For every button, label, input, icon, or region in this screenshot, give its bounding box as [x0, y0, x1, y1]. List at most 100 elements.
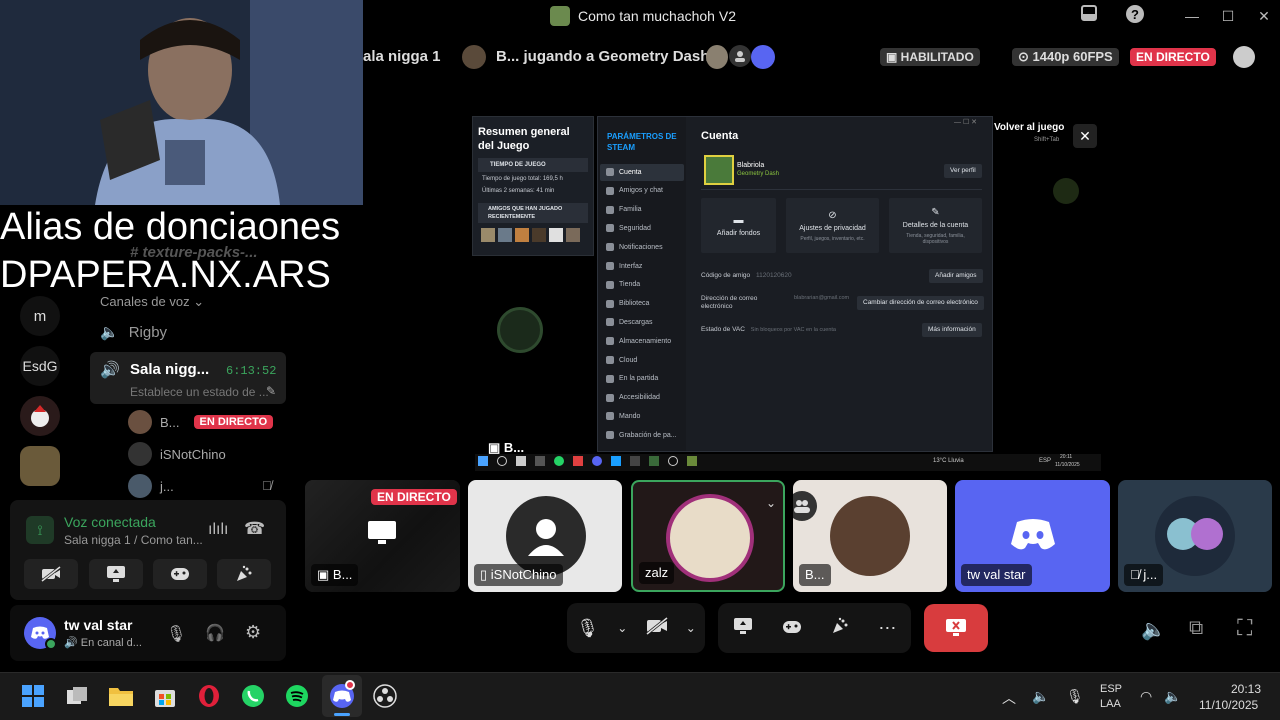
- window-title: Como tan muchachoh V2: [578, 8, 736, 24]
- headphones-icon[interactable]: 🎧: [205, 623, 225, 643]
- steam-nav-item[interactable]: Familia: [606, 202, 642, 218]
- input-language[interactable]: ESP: [1100, 683, 1122, 695]
- obs-icon[interactable]: [372, 683, 398, 709]
- return-to-game-label[interactable]: Volver al juego: [994, 122, 1064, 133]
- guild-icon-4[interactable]: [20, 446, 60, 486]
- activities-icon[interactable]: [782, 618, 802, 639]
- guild-m[interactable]: m: [20, 296, 60, 336]
- steam-nav-item[interactable]: Accesibilidad: [606, 390, 660, 406]
- volume-icon[interactable]: 🔈: [1141, 617, 1166, 642]
- chevron-down-icon[interactable]: ⌄: [766, 496, 776, 510]
- stop-stream-button[interactable]: [924, 604, 988, 652]
- fullscreen-icon[interactable]: ⛶: [1237, 615, 1252, 641]
- participant-tile-4[interactable]: B...: [793, 480, 947, 592]
- voice-user-1[interactable]: B... EN DIRECTO: [128, 409, 274, 435]
- task-view-icon[interactable]: [64, 683, 90, 709]
- steam-nav-item[interactable]: Interfaz: [606, 258, 642, 274]
- chevron-down-icon[interactable]: ⌄: [686, 621, 696, 635]
- activities-button[interactable]: [153, 559, 207, 589]
- participant-tile-2[interactable]: ▯ iSNotChino: [468, 480, 622, 592]
- return-hint: Shift+Tab: [1034, 137, 1060, 143]
- participant-tile-5[interactable]: tw val star: [955, 480, 1110, 592]
- clock-time[interactable]: 20:13: [1231, 682, 1261, 696]
- signal-icon[interactable]: ⟟: [26, 516, 54, 544]
- close-overlay-button[interactable]: ✕: [1073, 124, 1097, 148]
- stream-date: 11/10/2025: [1055, 462, 1080, 468]
- settings-gear-icon[interactable]: ⚙: [245, 622, 261, 643]
- stream-activity: B... jugando a Geometry Dash: [496, 48, 710, 65]
- chevron-up-icon[interactable]: ︿: [1002, 688, 1016, 708]
- help-icon[interactable]: ?: [1122, 4, 1148, 28]
- file-explorer-icon[interactable]: [108, 683, 134, 709]
- camera-off-button[interactable]: [24, 559, 78, 589]
- store-icon[interactable]: [152, 683, 178, 709]
- live-badge: EN DIRECTO: [193, 415, 274, 429]
- clock-date[interactable]: 11/10/2025: [1199, 698, 1258, 712]
- voice-user-3[interactable]: j...: [128, 473, 174, 499]
- start-button-icon[interactable]: [20, 683, 46, 709]
- more-info-button[interactable]: Más información: [922, 323, 982, 337]
- participant-tile-1[interactable]: EN DIRECTO ▣ B...: [305, 480, 460, 592]
- steam-nav-item[interactable]: Seguridad: [606, 220, 651, 236]
- chevron-down-icon[interactable]: ⌄: [617, 621, 627, 635]
- close-icon[interactable]: ✕: [1251, 4, 1277, 28]
- wifi-icon[interactable]: ◠: [1140, 688, 1152, 705]
- window-controls[interactable]: — ☐ ✕: [954, 118, 977, 126]
- steam-nav-item[interactable]: Cuenta: [606, 164, 642, 180]
- voice-channel-rigby[interactable]: 🔈 Rigby: [100, 318, 167, 346]
- disconnect-icon[interactable]: ☎: [244, 519, 265, 539]
- maximize-icon[interactable]: ☐: [1215, 4, 1241, 28]
- microphone-icon[interactable]: 🎙: [166, 624, 186, 644]
- voice-status-text[interactable]: Establece un estado de ...: [130, 385, 269, 399]
- soundboard-button[interactable]: [217, 559, 271, 589]
- change-email-button[interactable]: Cambiar dirección de correo electrónico: [857, 296, 984, 310]
- view-profile-button[interactable]: Ver perfil: [944, 164, 982, 178]
- account-details-card[interactable]: ✎ Detalles de la cuenta Tienda, segurida…: [889, 198, 982, 253]
- voice-channels-header[interactable]: Canales de voz ⌄: [100, 294, 204, 310]
- minimize-icon[interactable]: —: [1179, 4, 1205, 28]
- steam-nav-item[interactable]: Notificaciones: [606, 239, 663, 255]
- speaker-icon[interactable]: 🔈: [1032, 688, 1049, 705]
- screen: Como tan muchachoh V2 ? — ☐ ✕ ala nigga …: [0, 0, 1280, 720]
- profile-avatar[interactable]: [704, 155, 734, 185]
- voice-connected-status: Voz conectada: [64, 514, 156, 530]
- keyboard-layout[interactable]: LAA: [1100, 698, 1121, 710]
- whatsapp-icon[interactable]: [240, 683, 266, 709]
- steam-nav-item[interactable]: Biblioteca: [606, 296, 649, 312]
- microphone-icon[interactable]: 🎙: [576, 618, 599, 639]
- opera-icon[interactable]: [196, 683, 222, 709]
- noise-suppression-icon[interactable]: ılılı: [208, 521, 228, 539]
- steam-nav-item[interactable]: Almacenamiento: [606, 333, 671, 349]
- viewer-icon[interactable]: [729, 45, 751, 67]
- edit-status-icon[interactable]: ✎: [266, 384, 276, 398]
- soundboard-icon[interactable]: [831, 617, 849, 640]
- screen-share-button[interactable]: [89, 559, 143, 589]
- spotify-icon[interactable]: [284, 683, 310, 709]
- tile-label: B...: [799, 564, 831, 586]
- voice-user-2[interactable]: iSNotChino: [128, 441, 226, 467]
- guild-esdg[interactable]: EsdG: [20, 346, 60, 386]
- steam-nav-item[interactable]: Amigos y chat: [606, 183, 663, 199]
- steam-nav-item[interactable]: En la partida: [606, 371, 658, 387]
- inbox-icon[interactable]: [1076, 4, 1102, 28]
- participant-tile-3[interactable]: ⌄ zalz: [631, 480, 785, 592]
- playtime-total: Tiempo de juego total: 169,5 h: [482, 176, 563, 182]
- steam-nav-item[interactable]: Mando: [606, 408, 640, 424]
- steam-nav-item[interactable]: Grabación de pa...: [606, 427, 677, 443]
- steam-nav-item[interactable]: Cloud: [606, 352, 637, 368]
- pop-out-icon[interactable]: ⧉: [1189, 617, 1203, 640]
- more-options-icon[interactable]: ⋯: [878, 618, 896, 639]
- email-label: Dirección de correo electrónico: [701, 295, 758, 310]
- add-friends-button[interactable]: Añadir amigos: [929, 269, 983, 283]
- chat-icon[interactable]: [1233, 46, 1255, 68]
- steam-nav-item[interactable]: Descargas: [606, 314, 652, 330]
- participant-tile-6[interactable]: 🎙̸ j...: [1118, 480, 1272, 592]
- steam-nav-item[interactable]: Tienda: [606, 277, 640, 293]
- privacy-settings-card[interactable]: ⊘ Ajustes de privacidad Perfil, juegos, …: [786, 198, 879, 253]
- microphone-icon[interactable]: 🎙: [1066, 688, 1084, 705]
- add-funds-card[interactable]: ▬ Añadir fondos: [701, 198, 776, 253]
- camera-off-icon[interactable]: [645, 616, 668, 640]
- volume-icon[interactable]: 🔈: [1164, 688, 1181, 705]
- guild-icon-3[interactable]: [20, 396, 60, 436]
- screen-share-icon[interactable]: [733, 617, 753, 640]
